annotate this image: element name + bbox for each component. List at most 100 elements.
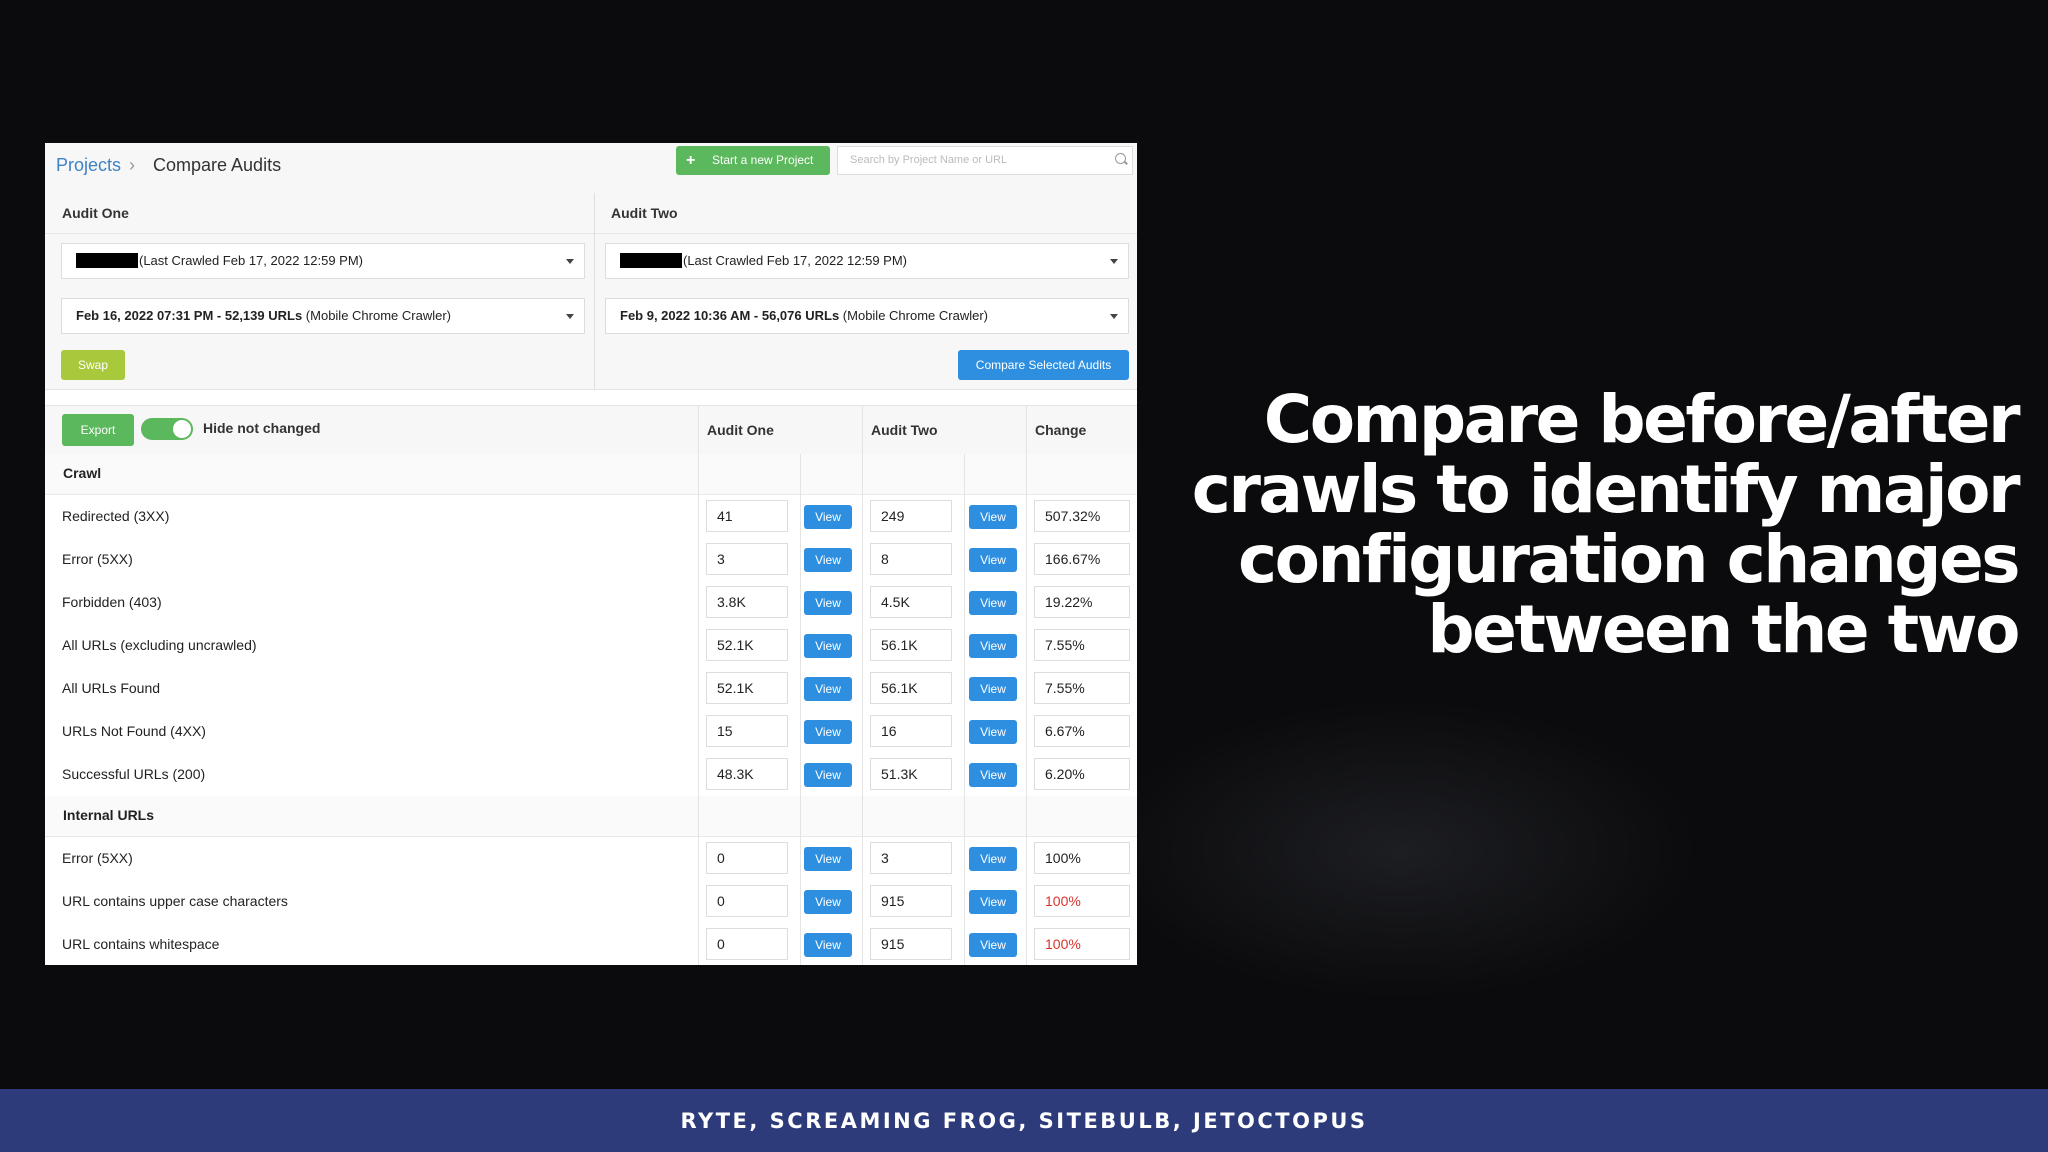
audit-one-value: 52.1K <box>706 629 788 661</box>
search-icon[interactable] <box>1115 153 1126 164</box>
swap-button[interactable]: Swap <box>61 350 125 380</box>
metric-label: All URLs Found <box>62 680 161 696</box>
change-value: 100% <box>1034 842 1130 874</box>
header-divider <box>45 233 1137 234</box>
audit-one-crawl-rest: (Mobile Chrome Crawler) <box>302 308 451 323</box>
table-row: Forbidden (403) 3.8K View 4.5K View 19.22% <box>45 581 1137 625</box>
audit-one-value: 41 <box>706 500 788 532</box>
audit-two-value: 56.1K <box>870 629 952 661</box>
audit-two-crawl-select[interactable]: Feb 9, 2022 10:36 AM - 56,076 URLs (Mobi… <box>605 298 1129 334</box>
search-input[interactable]: Search by Project Name or URL <box>837 146 1133 175</box>
metric-label: URLs Not Found (4XX) <box>62 723 206 739</box>
change-value: 7.55% <box>1034 629 1130 661</box>
audit-one-value: 0 <box>706 928 788 960</box>
section-title: Crawl <box>63 465 102 481</box>
audit-two-crawl-rest: (Mobile Chrome Crawler) <box>839 308 988 323</box>
audit-one-view-button[interactable]: View <box>804 933 852 957</box>
caret-down-icon <box>1110 259 1118 264</box>
column-divider <box>594 193 595 389</box>
audit-two-value: 3 <box>870 842 952 874</box>
audit-two-value: 51.3K <box>870 758 952 790</box>
toggle-knob <box>173 420 191 438</box>
caret-down-icon <box>566 259 574 264</box>
change-value: 100% <box>1034 885 1130 917</box>
audit-two-value: 4.5K <box>870 586 952 618</box>
column-header-change: Change <box>1035 422 1087 438</box>
audit-one-view-button[interactable]: View <box>804 548 852 572</box>
audit-one-crawl-bold: Feb 16, 2022 07:31 PM - 52,139 URLs <box>76 308 303 323</box>
audit-one-view-button[interactable]: View <box>804 720 852 744</box>
audit-two-value: 16 <box>870 715 952 747</box>
audit-two-view-button[interactable]: View <box>969 763 1017 787</box>
headline-line: Compare before/after <box>1263 381 2021 458</box>
metric-label: Error (5XX) <box>62 551 133 567</box>
top-bar: Projects › Compare Audits + Start a new … <box>45 143 1137 194</box>
audit-one-view-button[interactable]: View <box>804 847 852 871</box>
audit-two-view-button[interactable]: View <box>969 720 1017 744</box>
export-button[interactable]: Export <box>62 414 134 446</box>
chevron-right-icon: › <box>129 155 135 175</box>
table-row: All URLs Found 52.1K View 56.1K View 7.55% <box>45 667 1137 711</box>
background-shape <box>1100 700 1700 1000</box>
search-placeholder: Search by Project Name or URL <box>850 154 1008 166</box>
compare-selected-audits-button[interactable]: Compare Selected Audits <box>958 350 1129 380</box>
change-value: 100% <box>1034 928 1130 960</box>
audit-one-view-button[interactable]: View <box>804 890 852 914</box>
metric-label: URL contains whitespace <box>62 936 220 952</box>
audit-one-value: 15 <box>706 715 788 747</box>
table-row: Error (5XX) 0 View 3 View 100% <box>45 837 1137 881</box>
audit-one-view-button[interactable]: View <box>804 591 852 615</box>
audit-one-value: 3 <box>706 543 788 575</box>
footer-banner: RYTE, SCREAMING FROG, SITEBULB, JETOCTOP… <box>0 1089 2048 1152</box>
audit-two-view-button[interactable]: View <box>969 548 1017 572</box>
start-new-project-button[interactable]: + Start a new Project <box>676 146 830 175</box>
audit-one-view-button[interactable]: View <box>804 505 852 529</box>
audit-two-crawl-bold: Feb 9, 2022 10:36 AM - 56,076 URLs <box>620 308 840 323</box>
change-value: 6.67% <box>1034 715 1130 747</box>
column-separator <box>800 454 801 965</box>
change-value: 6.20% <box>1034 758 1130 790</box>
caret-down-icon <box>566 314 574 319</box>
redacted-project-name <box>76 252 138 268</box>
metric-label: Error (5XX) <box>62 850 133 866</box>
breadcrumb-projects-link[interactable]: Projects <box>56 153 121 177</box>
headline-line: configuration changes <box>1237 521 2021 598</box>
slide-headline: Compare before/after crawls to identify … <box>1138 381 2021 665</box>
audit-one-view-button[interactable]: View <box>804 634 852 658</box>
audit-two-view-button[interactable]: View <box>969 677 1017 701</box>
audit-one-value: 52.1K <box>706 672 788 704</box>
audit-one-crawl-select[interactable]: Feb 16, 2022 07:31 PM - 52,139 URLs (Mob… <box>61 298 585 334</box>
section-header: Internal URLs <box>45 796 1137 837</box>
audit-one-project-value: (Last Crawled Feb 17, 2022 12:59 PM) <box>139 253 364 268</box>
table-row: Redirected (3XX) 41 View 249 View 507.32% <box>45 495 1137 539</box>
audit-one-value: 48.3K <box>706 758 788 790</box>
audit-one-value: 0 <box>706 885 788 917</box>
column-separator <box>862 405 863 965</box>
audit-two-view-button[interactable]: View <box>969 890 1017 914</box>
table-row: URL contains whitespace 0 View 915 View 100% <box>45 923 1137 965</box>
page-title: Compare Audits <box>153 155 282 175</box>
audit-one-view-button[interactable]: View <box>804 677 852 701</box>
metric-label: Forbidden (403) <box>62 594 162 610</box>
audit-two-view-button[interactable]: View <box>969 505 1017 529</box>
table-row: URL contains upper case characters 0 View 9… <box>45 880 1137 924</box>
section-header: Crawl <box>45 454 1137 495</box>
audit-two-header: Audit Two <box>611 205 678 221</box>
audit-one-project-select[interactable]: (Last Crawled Feb 17, 2022 12:59 PM) <box>61 243 585 279</box>
section-title: Internal URLs <box>63 807 155 823</box>
audit-two-project-select[interactable]: (Last Crawled Feb 17, 2022 12:59 PM) <box>605 243 1129 279</box>
audit-two-value: 8 <box>870 543 952 575</box>
audit-two-value: 56.1K <box>870 672 952 704</box>
app-screenshot: Projects › Compare Audits + Start a new … <box>45 143 1137 965</box>
audit-two-view-button[interactable]: View <box>969 591 1017 615</box>
column-header-audit-two: Audit Two <box>871 422 938 438</box>
audit-two-view-button[interactable]: View <box>969 847 1017 871</box>
audit-two-view-button[interactable]: View <box>969 634 1017 658</box>
audit-two-value: 915 <box>870 928 952 960</box>
audit-two-view-button[interactable]: View <box>969 933 1017 957</box>
audit-one-value: 0 <box>706 842 788 874</box>
hide-not-changed-toggle[interactable] <box>141 418 193 440</box>
hide-not-changed-label: Hide not changed <box>203 420 321 436</box>
audit-one-value: 3.8K <box>706 586 788 618</box>
audit-one-view-button[interactable]: View <box>804 763 852 787</box>
